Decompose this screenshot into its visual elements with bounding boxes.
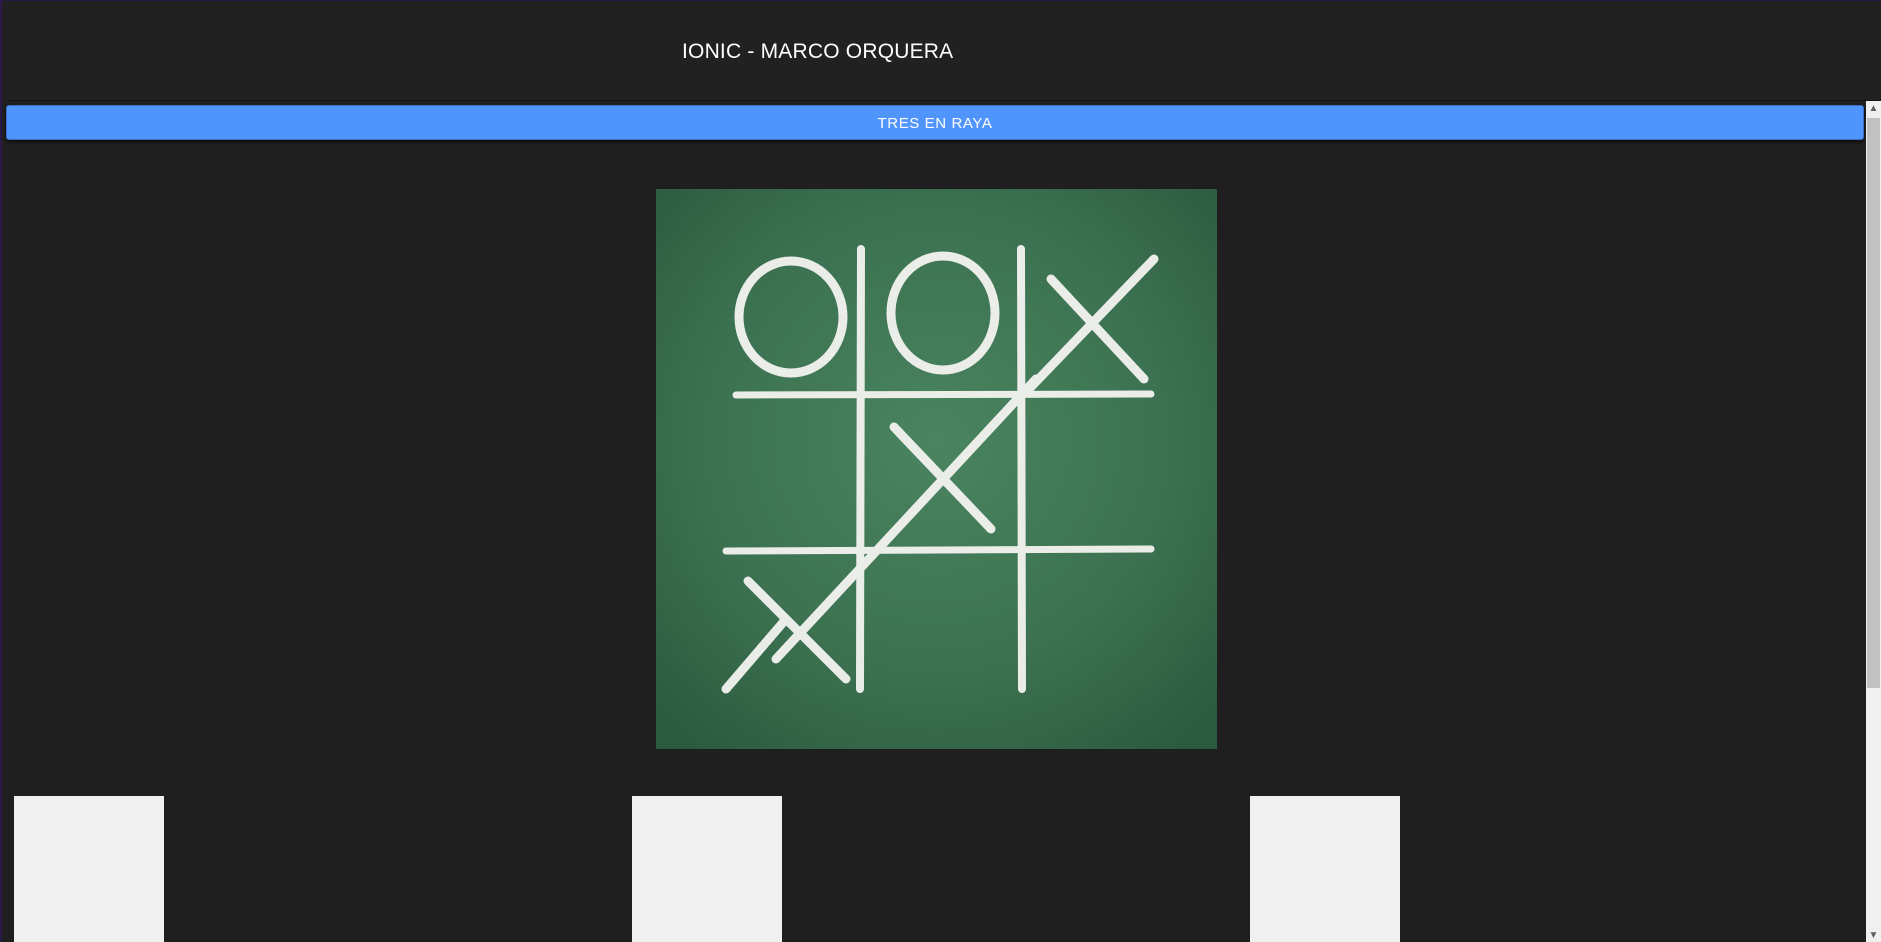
scroll-down-arrow-icon[interactable]: ▼ xyxy=(1866,928,1881,942)
board-cell-1[interactable] xyxy=(14,796,164,942)
vertical-scrollbar[interactable]: ▲ ▼ xyxy=(1866,101,1881,942)
scroll-up-arrow-icon[interactable]: ▲ xyxy=(1866,101,1881,116)
scrollbar-thumb[interactable] xyxy=(1867,118,1880,688)
page-title: IONIC - MARCO ORQUERA xyxy=(682,40,954,63)
grid-line-horizontal-1 xyxy=(732,390,1155,399)
app-window: IONIC - MARCO ORQUERA TRES EN RAYA ▲ ▼ xyxy=(0,0,1881,942)
board-cell-3[interactable] xyxy=(1250,796,1400,942)
tres-en-raya-button[interactable]: TRES EN RAYA xyxy=(6,105,1864,140)
grid-line-vertical-1 xyxy=(856,245,865,693)
tic-tac-toe-board-image xyxy=(656,189,1217,749)
grid-line-vertical-2 xyxy=(1017,245,1026,693)
main-content: TRES EN RAYA xyxy=(4,101,1868,942)
toolbar-header: IONIC - MARCO ORQUERA xyxy=(4,2,1881,100)
grid-line-horizontal-2 xyxy=(722,545,1155,555)
board-cell-2[interactable] xyxy=(632,796,782,942)
